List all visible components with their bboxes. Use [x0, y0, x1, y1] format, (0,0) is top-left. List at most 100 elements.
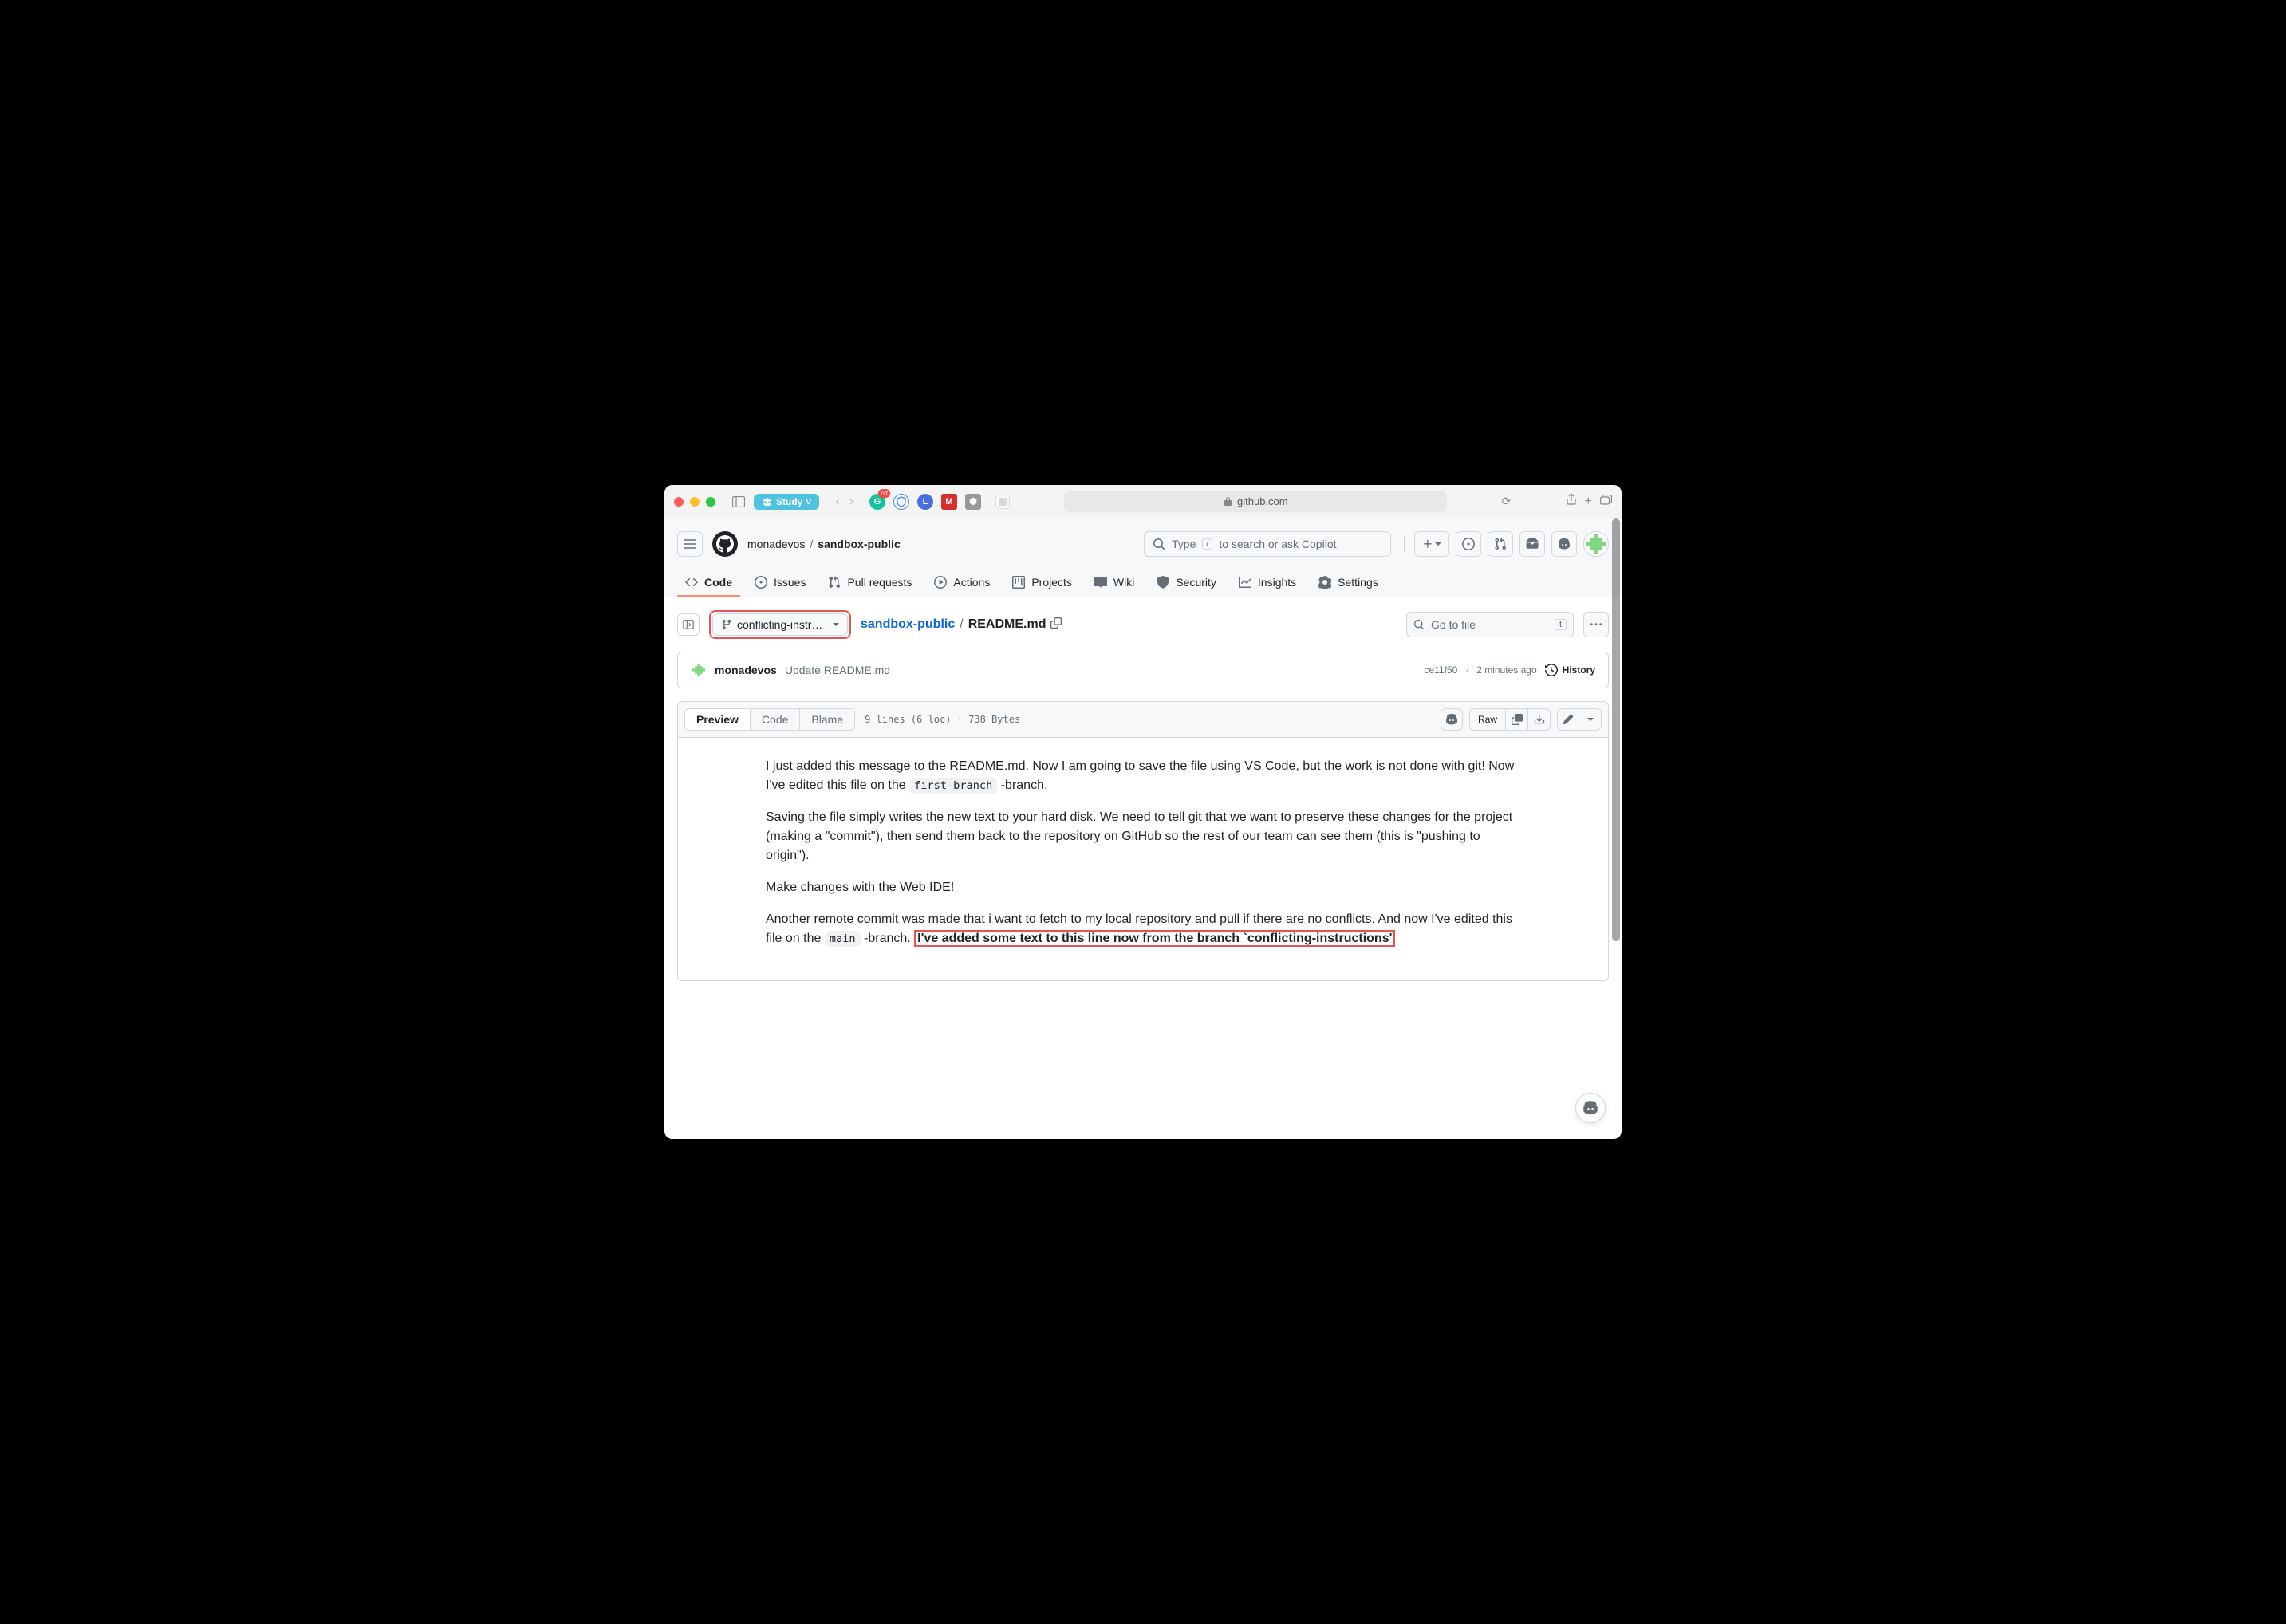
url-text: github.com — [1237, 495, 1288, 507]
history-icon — [1545, 664, 1558, 676]
close-window-button[interactable] — [674, 497, 684, 507]
minimize-window-button[interactable] — [690, 497, 700, 507]
nav-code[interactable]: Code — [677, 570, 740, 597]
paragraph: Make changes with the Web IDE! — [766, 878, 1520, 897]
edit-file-button[interactable] — [1557, 708, 1579, 731]
tab-blame[interactable]: Blame — [800, 709, 854, 730]
breadcrumb-separator: / — [810, 538, 813, 550]
file-path: sandbox-public / README.md — [861, 617, 1062, 633]
shield-extension-icon[interactable] — [893, 494, 909, 510]
search-input[interactable]: Type / to search or ask Copilot — [1144, 531, 1391, 557]
nav-security[interactable]: Security — [1149, 570, 1224, 597]
github-header: monadevos / sandbox-public Type / to sea… — [664, 518, 1622, 597]
nav-label: Pull requests — [847, 576, 912, 589]
nav-projects[interactable]: Projects — [1004, 570, 1080, 597]
goto-kbd: t — [1555, 619, 1567, 630]
branch-selector-button[interactable]: conflicting-instr… — [712, 613, 848, 636]
study-extension-button[interactable]: Study ˅ — [754, 494, 819, 510]
goto-file-input[interactable]: Go to file t — [1406, 612, 1574, 637]
site-settings-icon[interactable] — [995, 495, 1010, 509]
nav-pull-requests[interactable]: Pull requests — [820, 570, 920, 597]
nav-actions[interactable]: Actions — [926, 570, 998, 597]
file-info: 9 lines (6 loc) · 738 Bytes — [865, 714, 1020, 725]
edit-dropdown-button[interactable] — [1579, 708, 1602, 731]
search-icon — [1153, 538, 1165, 550]
commit-time: 2 minutes ago — [1476, 664, 1536, 676]
browser-right-controls: + — [1566, 493, 1612, 510]
text: I just added this message to the README.… — [766, 759, 1514, 792]
commit-author[interactable]: monadevos — [715, 664, 777, 676]
grammarly-extension-icon[interactable]: Goff — [869, 494, 885, 510]
repo-nav: Code Issues Pull requests Actions Projec… — [677, 570, 1609, 597]
github-logo[interactable] — [712, 531, 738, 557]
more-options-button[interactable] — [1583, 612, 1609, 637]
latest-commit-bar: monadevos Update README.md ce11f50 · 2 m… — [677, 652, 1609, 688]
file-tree-toggle[interactable] — [677, 613, 700, 636]
nav-insights[interactable]: Insights — [1231, 570, 1304, 597]
nav-label: Projects — [1031, 576, 1072, 589]
edit-tools-group — [1557, 708, 1602, 731]
copy-raw-button[interactable] — [1506, 708, 1528, 731]
text: -branch. — [997, 778, 1047, 792]
text: -branch. — [861, 932, 915, 945]
commit-sha[interactable]: ce11f50 — [1424, 664, 1457, 676]
nav-label: Insights — [1258, 576, 1296, 589]
path-separator: / — [960, 617, 963, 632]
nav-wiki[interactable]: Wiki — [1086, 570, 1142, 597]
history-button[interactable]: History — [1545, 664, 1595, 676]
pull-requests-button[interactable] — [1488, 531, 1513, 557]
extension-badge: off — [878, 489, 890, 498]
url-bar[interactable]: github.com — [1064, 491, 1447, 512]
tab-code[interactable]: Code — [751, 709, 800, 730]
copilot-float-button[interactable] — [1575, 1093, 1606, 1123]
create-new-button[interactable] — [1414, 531, 1449, 557]
forward-button[interactable]: › — [846, 495, 857, 509]
breadcrumb-owner[interactable]: monadevos — [747, 538, 805, 550]
hex-extension-icon[interactable]: ⬢ — [965, 494, 981, 510]
search-icon — [1413, 619, 1425, 630]
tab-overview-button[interactable] — [1600, 495, 1612, 509]
breadcrumb: monadevos / sandbox-public — [747, 538, 901, 550]
user-avatar[interactable] — [1583, 531, 1609, 557]
mendeley-extension-icon[interactable]: M — [941, 494, 957, 510]
branch-name: conflicting-instr… — [737, 618, 822, 631]
copilot-file-button[interactable] — [1441, 708, 1463, 731]
commit-message[interactable]: Update README.md — [785, 664, 890, 676]
breadcrumb-repo[interactable]: sandbox-public — [818, 538, 900, 550]
download-raw-button[interactable] — [1528, 708, 1551, 731]
nav-label: Settings — [1338, 576, 1378, 589]
share-button[interactable] — [1566, 493, 1577, 510]
search-placeholder-a: Type — [1172, 538, 1196, 550]
path-repo-link[interactable]: sandbox-public — [861, 617, 955, 632]
back-button[interactable]: ‹ — [832, 495, 842, 509]
copy-path-button[interactable] — [1050, 617, 1062, 633]
commit-author-avatar[interactable] — [691, 662, 707, 678]
reload-button[interactable]: ⟳ — [1502, 495, 1512, 508]
nav-arrows: ‹ › — [832, 495, 857, 509]
separator — [1404, 536, 1405, 552]
file-viewer: Preview Code Blame 9 lines (6 loc) · 738… — [677, 701, 1609, 981]
readme-rendered: I just added this message to the README.… — [678, 738, 1608, 980]
paragraph: I just added this message to the README.… — [766, 757, 1520, 795]
nav-issues[interactable]: Issues — [747, 570, 814, 597]
new-tab-button[interactable]: + — [1585, 495, 1592, 509]
commit-meta: ce11f50 · 2 minutes ago History — [1424, 664, 1595, 676]
copilot-header-button[interactable] — [1551, 531, 1577, 557]
sidebar-toggle-icon[interactable] — [730, 493, 747, 510]
chevron-down-icon: ˅ — [806, 496, 811, 507]
notifications-button[interactable] — [1519, 531, 1545, 557]
raw-button[interactable]: Raw — [1469, 708, 1506, 731]
inline-code: first-branch — [909, 778, 997, 794]
browser-toolbar: Study ˅ ‹ › Goff L M ⬢ github.com ⟳ + — [664, 485, 1622, 518]
nav-label: Issues — [774, 576, 806, 589]
scrollbar[interactable] — [1610, 518, 1622, 1139]
l-extension-icon[interactable]: L — [917, 494, 933, 510]
paragraph: Another remote commit was made that i wa… — [766, 910, 1520, 948]
tab-preview[interactable]: Preview — [685, 709, 751, 730]
hamburger-menu-button[interactable] — [677, 531, 703, 557]
nav-settings[interactable]: Settings — [1311, 570, 1386, 597]
browser-window: Study ˅ ‹ › Goff L M ⬢ github.com ⟳ + — [664, 485, 1622, 1139]
maximize-window-button[interactable] — [706, 497, 715, 507]
issues-button[interactable] — [1456, 531, 1481, 557]
scrollbar-thumb[interactable] — [1612, 518, 1620, 941]
